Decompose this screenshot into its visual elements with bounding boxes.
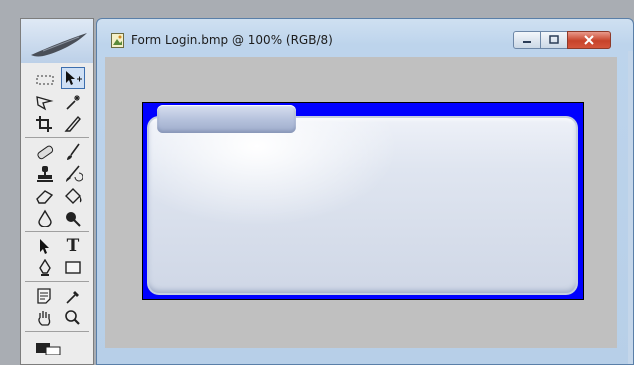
photoshop-feather-logo[interactable] (21, 19, 93, 63)
color-swatches-icon[interactable] (33, 337, 69, 359)
history-brush-icon[interactable] (61, 163, 85, 185)
login-form-tab-graphic (157, 105, 296, 133)
maximize-icon (549, 35, 559, 44)
toolbox-divider (25, 281, 89, 282)
blur-tool-icon[interactable] (33, 207, 57, 229)
minimize-button[interactable] (513, 31, 541, 49)
slice-tool-icon[interactable] (61, 113, 85, 135)
type-tool-icon[interactable]: T (61, 235, 85, 257)
close-icon (584, 35, 594, 45)
notes-tool-icon[interactable] (33, 285, 57, 307)
document-titlebar[interactable]: Form Login.bmp @ 100% (RGB/8) (97, 19, 633, 51)
clone-stamp-icon[interactable] (33, 163, 57, 185)
eraser-tool-icon[interactable] (33, 185, 57, 207)
healing-brush-icon[interactable] (33, 141, 57, 163)
bmp-file-icon (111, 33, 125, 48)
crop-tool-icon[interactable] (33, 113, 57, 135)
move-tool-icon[interactable] (61, 67, 85, 89)
zoom-tool-icon[interactable] (61, 307, 85, 329)
window-right-edge (628, 51, 633, 364)
marquee-tool-icon[interactable] (33, 69, 57, 91)
type-tool-glyph: T (66, 236, 80, 256)
document-title: Form Login.bmp @ 100% (RGB/8) (131, 33, 333, 47)
toolbox: T (20, 18, 94, 365)
rectangle-tool-icon[interactable] (61, 257, 85, 279)
login-form-panel-graphic (147, 116, 578, 295)
pen-tool-icon[interactable] (33, 257, 57, 279)
toolbox-divider (25, 137, 89, 138)
close-button[interactable] (567, 31, 611, 49)
path-selection-icon[interactable] (33, 235, 57, 257)
hand-tool-icon[interactable] (33, 307, 57, 329)
toolbox-divider (25, 331, 89, 332)
eyedropper-icon[interactable] (61, 285, 85, 307)
lasso-tool-icon[interactable] (33, 91, 57, 113)
document-window[interactable]: Form Login.bmp @ 100% (RGB/8) (96, 18, 634, 365)
dodge-tool-icon[interactable] (61, 207, 85, 229)
maximize-button[interactable] (540, 31, 568, 49)
minimize-icon (523, 41, 531, 43)
paint-bucket-icon[interactable] (61, 185, 85, 207)
image-canvas[interactable] (142, 102, 584, 300)
canvas-area[interactable] (105, 57, 617, 348)
brush-tool-icon[interactable] (61, 141, 85, 163)
toolbox-divider (25, 231, 89, 232)
magic-wand-icon[interactable] (61, 91, 85, 113)
